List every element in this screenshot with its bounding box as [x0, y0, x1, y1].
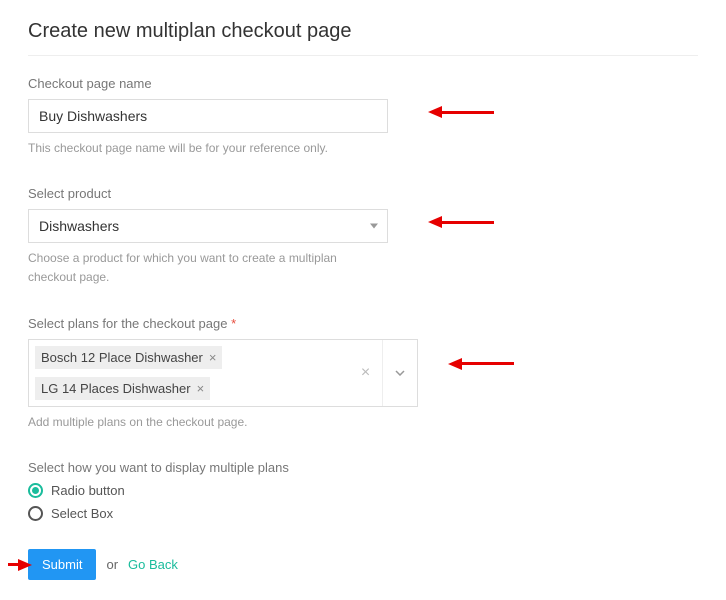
page-title: Create new multiplan checkout page [28, 20, 698, 43]
product-select-value: Dishwashers [28, 209, 388, 243]
annotation-arrow [428, 216, 494, 228]
submit-button[interactable]: Submit [28, 549, 96, 580]
radio-label: Radio button [51, 483, 125, 498]
plan-tag: LG 14 Places Dishwasher × [35, 377, 210, 400]
plans-label-text: Select plans for the checkout page [28, 316, 227, 331]
product-help: Choose a product for which you want to c… [28, 249, 388, 287]
plan-tag-label: Bosch 12 Place Dishwasher [41, 350, 203, 365]
radio-icon [28, 506, 43, 521]
radio-icon [28, 483, 43, 498]
plans-label: Select plans for the checkout page * [28, 316, 698, 331]
title-divider [28, 55, 698, 56]
plan-tag-label: LG 14 Places Dishwasher [41, 381, 191, 396]
display-option-radio-button[interactable]: Radio button [28, 483, 698, 498]
go-back-link[interactable]: Go Back [128, 557, 178, 572]
plan-tag: Bosch 12 Place Dishwasher × [35, 346, 222, 369]
close-icon[interactable]: × [197, 381, 205, 396]
chevron-down-icon[interactable] [383, 340, 417, 406]
product-select[interactable]: Dishwashers [28, 209, 388, 243]
clear-all-icon[interactable]: × [349, 340, 383, 406]
plans-tags-container: Bosch 12 Place Dishwasher × LG 14 Places… [29, 340, 349, 406]
checkout-name-label: Checkout page name [28, 76, 698, 91]
annotation-arrow [448, 358, 514, 370]
annotation-arrow [428, 106, 494, 118]
display-label: Select how you want to display multiple … [28, 460, 698, 475]
required-mark: * [231, 316, 236, 331]
or-text: or [106, 557, 118, 572]
display-option-select-box[interactable]: Select Box [28, 506, 698, 521]
plans-multiselect[interactable]: Bosch 12 Place Dishwasher × LG 14 Places… [28, 339, 418, 407]
close-icon[interactable]: × [209, 350, 217, 365]
product-label: Select product [28, 186, 698, 201]
checkout-name-input[interactable] [28, 99, 388, 133]
plans-help: Add multiple plans on the checkout page. [28, 413, 388, 432]
radio-label: Select Box [51, 506, 113, 521]
checkout-name-help: This checkout page name will be for your… [28, 139, 388, 158]
display-radio-group: Radio button Select Box [28, 483, 698, 521]
annotation-arrow [8, 559, 32, 571]
